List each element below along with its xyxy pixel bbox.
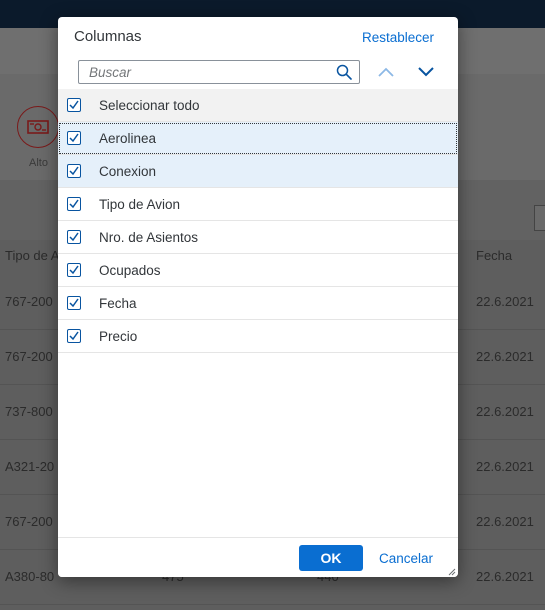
column-label: Ocupados: [99, 263, 161, 278]
list-item[interactable]: Conexion: [58, 155, 458, 188]
column-label: Fecha: [99, 296, 137, 311]
column-header-tipo: Tipo de A: [5, 248, 60, 263]
cancel-button[interactable]: Cancelar: [374, 545, 438, 571]
column-label: Aerolinea: [99, 131, 157, 146]
column-label: Precio: [99, 329, 138, 344]
column-checkbox[interactable]: [67, 230, 81, 244]
cell-fecha: 22.6.2021: [476, 349, 534, 364]
resize-handle-icon[interactable]: [448, 568, 456, 576]
cell-fecha: 22.6.2021: [476, 404, 534, 419]
column-label: Tipo de Avion: [99, 197, 181, 212]
cell-tipo: A380-80: [5, 569, 55, 584]
list-item[interactable]: Precio: [58, 320, 458, 353]
columns-dialog: Columnas Restablecer Seleccionar todo: [58, 17, 458, 577]
cell-tipo: A321-20: [5, 459, 55, 474]
reset-link[interactable]: Restablecer: [362, 30, 434, 45]
chevron-up-icon: [378, 67, 394, 77]
search-icon[interactable]: [336, 64, 352, 80]
cell-tipo: 737-800: [5, 404, 53, 419]
list-item[interactable]: Fecha: [58, 287, 458, 320]
select-all-row[interactable]: Seleccionar todo: [58, 89, 458, 122]
select-all-checkbox[interactable]: [67, 98, 81, 112]
checkmark-icon: [69, 166, 79, 176]
cell-tipo: 767-200: [5, 349, 53, 364]
dialog-footer: OK Cancelar: [58, 537, 458, 577]
checkmark-icon: [69, 100, 79, 110]
column-label: Conexion: [99, 164, 157, 179]
columns-list: Seleccionar todo Aerolinea Conexion Tipo…: [58, 89, 458, 353]
list-item[interactable]: Nro. de Asientos: [58, 221, 458, 254]
search-input[interactable]: [79, 61, 339, 83]
checkmark-icon: [69, 265, 79, 275]
list-item[interactable]: Ocupados: [58, 254, 458, 287]
select-all-label: Seleccionar todo: [99, 98, 200, 113]
ok-button[interactable]: OK: [299, 545, 363, 571]
column-checkbox[interactable]: [67, 131, 81, 145]
checkmark-icon: [69, 331, 79, 341]
column-checkbox[interactable]: [67, 296, 81, 310]
checkmark-icon: [69, 232, 79, 242]
checkmark-icon: [69, 199, 79, 209]
column-header-fecha: Fecha: [476, 248, 513, 263]
list-item[interactable]: Aerolinea: [58, 122, 458, 155]
move-down-button[interactable]: [414, 61, 438, 83]
list-item[interactable]: Tipo de Avion: [58, 188, 458, 221]
column-checkbox[interactable]: [67, 263, 81, 277]
column-checkbox[interactable]: [67, 329, 81, 343]
cell-fecha: 22.6.2021: [476, 569, 534, 584]
column-checkbox[interactable]: [67, 197, 81, 211]
checkmark-icon: [69, 298, 79, 308]
checkmark-icon: [69, 133, 79, 143]
cell-fecha: 22.6.2021: [476, 459, 534, 474]
cell-tipo: 767-200: [5, 294, 53, 309]
cell-fecha: 22.6.2021: [476, 514, 534, 529]
chevron-down-icon: [418, 67, 434, 77]
column-checkbox[interactable]: [67, 164, 81, 178]
search-field[interactable]: [78, 60, 360, 84]
dialog-title: Columnas: [74, 28, 142, 45]
background-icon-label: Alto: [29, 157, 48, 169]
cell-tipo: 767-200: [5, 514, 53, 529]
column-label: Nro. de Asientos: [99, 230, 199, 245]
dialog-header: Columnas Restablecer: [58, 17, 458, 59]
cell-fecha: 22.6.2021: [476, 294, 534, 309]
table-search-field: [534, 205, 545, 231]
move-up-button[interactable]: [374, 61, 398, 83]
money-bill-icon: [17, 106, 59, 148]
